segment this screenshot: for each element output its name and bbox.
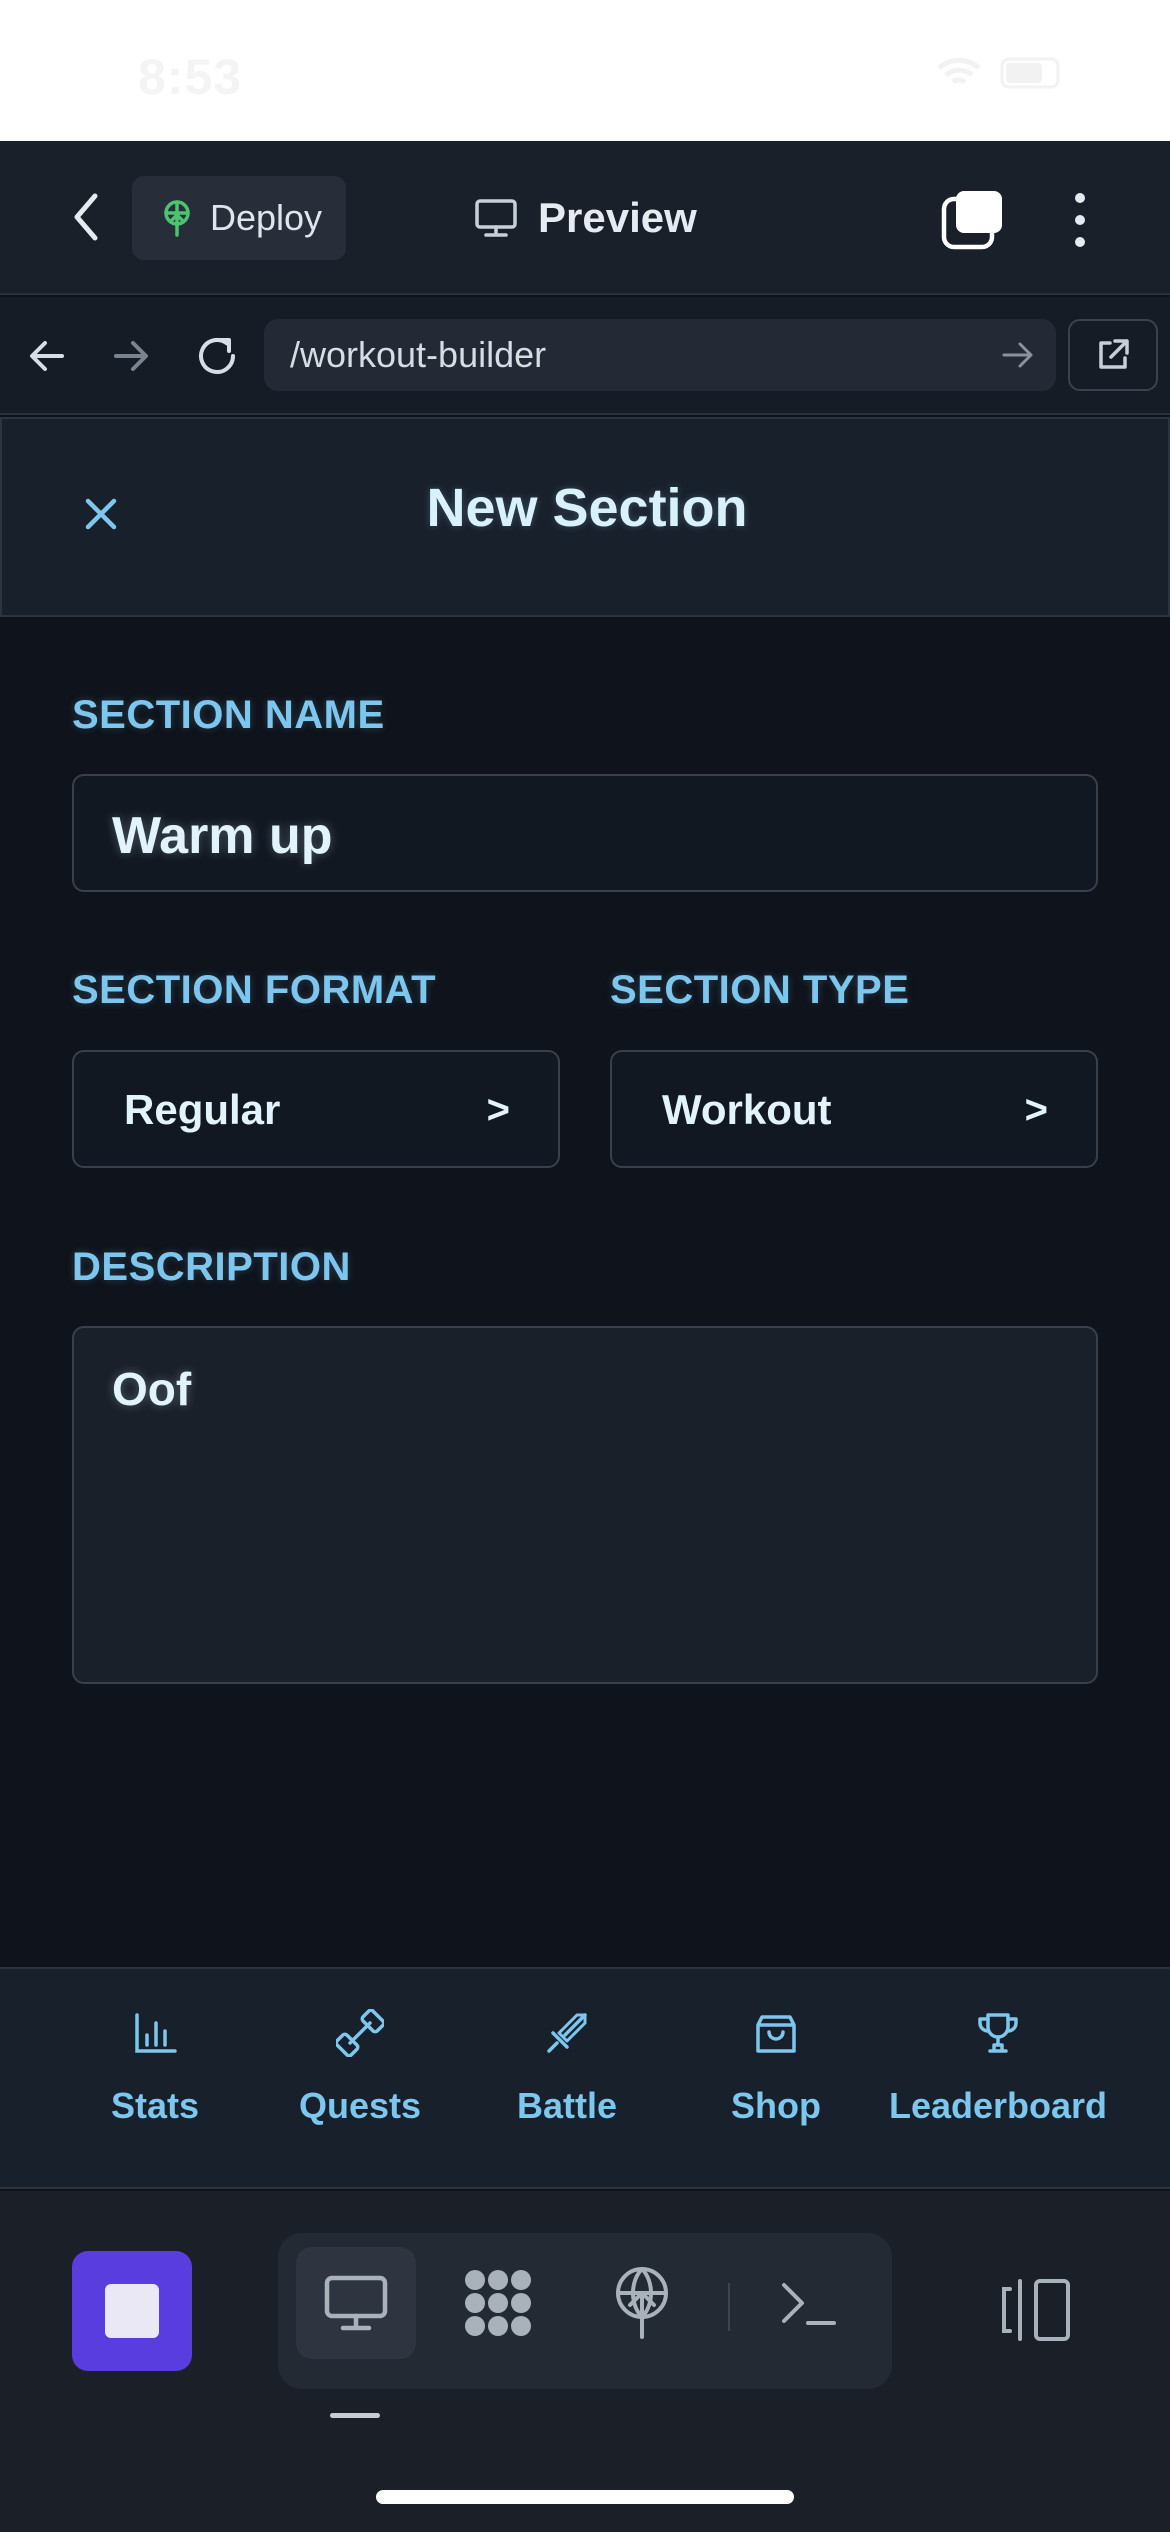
nav-label: Battle — [516, 2085, 618, 2126]
close-button[interactable] — [76, 489, 126, 539]
section-format-value: Regular — [124, 1086, 281, 1133]
shopping-bag-icon — [756, 2015, 796, 2053]
dumbbell-icon — [336, 2009, 384, 2057]
bottom-nav: Stats Quests Battle Shop Leaderboard — [0, 1967, 1170, 2189]
dock-terminal-tab[interactable] — [748, 2247, 868, 2359]
url-text: /workout-builder — [290, 334, 547, 375]
desktop-icon — [475, 199, 517, 237]
browser-forward-button[interactable] — [100, 325, 162, 387]
section-name-value: Warm up — [112, 807, 333, 865]
dock-deploy-tab[interactable] — [582, 2247, 702, 2359]
sword-icon — [547, 2013, 587, 2053]
more-dot-icon — [1075, 215, 1085, 225]
section-format-label: SECTION FORMAT — [72, 968, 437, 1012]
layout-icon — [1002, 2279, 1070, 2341]
open-external-button[interactable] — [1068, 319, 1158, 391]
dock-tabs — [278, 2233, 892, 2389]
desktop-icon — [324, 2275, 388, 2331]
reload-icon — [199, 338, 235, 374]
go-arrow-icon[interactable] — [998, 335, 1038, 375]
section-name-label: SECTION NAME — [72, 693, 385, 737]
stop-button[interactable] — [72, 2251, 192, 2371]
section-name-input[interactable]: Warm up — [72, 774, 1098, 892]
preview-label: Preview — [538, 194, 697, 241]
battery-icon — [1000, 57, 1060, 89]
browser-bar: /workout-builder — [0, 297, 1170, 415]
preview-tab[interactable]: Preview — [474, 181, 697, 255]
section-type-select[interactable]: Workout > — [610, 1050, 1098, 1168]
deploy-icon — [616, 2267, 668, 2339]
description-textarea[interactable]: Oof — [72, 1326, 1098, 1684]
more-dot-icon — [1075, 237, 1085, 247]
url-field[interactable]: /workout-builder — [264, 319, 1056, 391]
stop-icon — [105, 2284, 159, 2338]
deploy-button[interactable]: Deploy — [132, 176, 346, 260]
section-type-label: SECTION TYPE — [610, 968, 910, 1012]
dock-preview-tab[interactable] — [296, 2247, 416, 2359]
external-link-icon — [1099, 339, 1129, 369]
wifi-icon — [937, 57, 981, 85]
modal-header: New Section — [0, 417, 1170, 617]
back-button[interactable] — [58, 181, 114, 253]
chevron-right-icon: > — [486, 1088, 510, 1132]
close-icon — [85, 498, 117, 530]
browser-back-button[interactable] — [16, 325, 78, 387]
description-value: Oof — [112, 1363, 192, 1415]
section-format-select[interactable]: Regular > — [72, 1050, 560, 1168]
trophy-icon — [978, 2013, 1018, 2053]
nav-label: Stats — [110, 2085, 200, 2126]
section-type-value: Workout — [662, 1086, 832, 1133]
nav-label: Quests — [298, 2085, 422, 2126]
nav-item-battle[interactable]: Battle — [502, 1969, 632, 2191]
dock-apps-tab[interactable] — [438, 2247, 558, 2359]
status-icons — [936, 56, 1066, 90]
chevron-right-icon: > — [1024, 1088, 1048, 1132]
more-menu-button[interactable] — [1060, 185, 1100, 255]
arrow-left-icon — [30, 341, 64, 371]
nav-item-stats[interactable]: Stats — [88, 1969, 222, 2191]
nav-item-quests[interactable]: Quests — [290, 1969, 430, 2191]
nav-label: Leaderboard — [888, 2085, 1108, 2126]
terminal-icon — [782, 2283, 836, 2325]
deploy-icon — [164, 200, 190, 237]
nav-item-shop[interactable]: Shop — [716, 1969, 836, 2191]
layout-toggle-button[interactable] — [996, 2275, 1076, 2345]
deploy-label: Deploy — [210, 197, 323, 238]
tabs-icon — [941, 191, 1002, 250]
app-header: Deploy Preview — [0, 141, 1170, 295]
dock-separator — [728, 2283, 730, 2331]
modal-title: New Section — [426, 478, 748, 538]
home-indicator[interactable] — [376, 2490, 794, 2504]
status-bar: 8:53 — [0, 0, 1170, 141]
description-label: DESCRIPTION — [72, 1245, 351, 1289]
active-tab-indicator — [330, 2413, 380, 2418]
arrow-right-icon — [114, 341, 148, 371]
reload-button[interactable] — [186, 325, 248, 387]
nav-item-leaderboard[interactable]: Leaderboard — [882, 1969, 1114, 2191]
apps-icon — [465, 2270, 531, 2336]
more-dot-icon — [1075, 193, 1085, 203]
nav-label: Shop — [731, 2085, 821, 2126]
chevron-left-icon — [74, 193, 98, 241]
tabs-button[interactable] — [938, 185, 1008, 255]
status-time: 8:53 — [138, 49, 243, 105]
bar-chart-icon — [135, 2013, 177, 2053]
dock — [0, 2191, 1170, 2532]
